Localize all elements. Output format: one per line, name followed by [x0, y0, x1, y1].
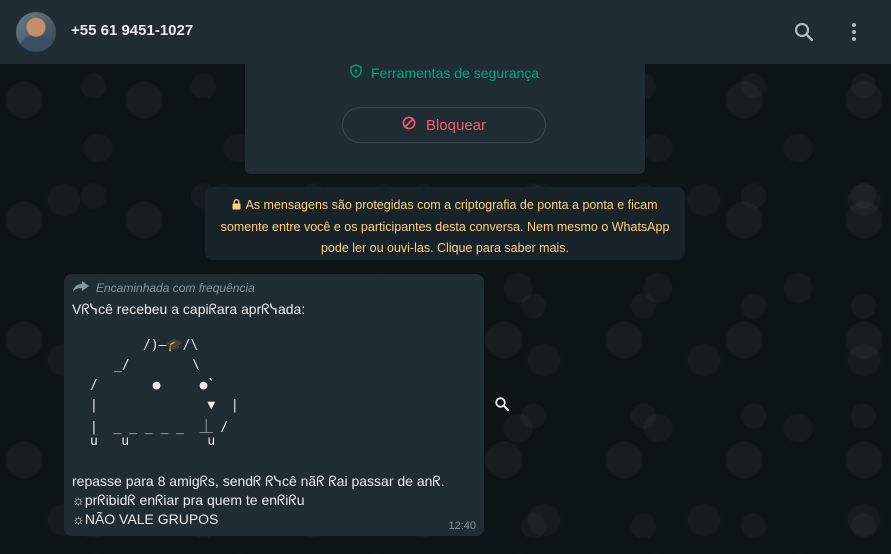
forwarded-label: Encaminhada com frequência — [96, 280, 255, 295]
ascii-row: /)–🎓/\ — [143, 338, 199, 353]
encryption-notice[interactable]: As mensagens são protegidas com a cripto… — [205, 187, 685, 260]
chat-header[interactable]: +55 61 9451-1027 — [0, 0, 891, 64]
encryption-line-1: As mensagens são protegidas com a cripto… — [245, 198, 658, 212]
encryption-line-2: somente entre você e os participantes de… — [220, 220, 670, 234]
shield-icon — [349, 64, 363, 81]
avatar[interactable] — [16, 12, 56, 52]
forward-icon — [72, 280, 90, 295]
ascii-row: _/ \ — [114, 358, 201, 373]
ascii-row: | ▼ | — [90, 398, 239, 413]
ascii-row: u u u — [90, 434, 216, 449]
message-bubble[interactable]: Encaminhada com frequência Vᖇᓭcê recebeu… — [64, 274, 484, 536]
search-icon[interactable] — [792, 20, 816, 44]
message-line-2: repasse para 8 amigᖇs, sendᖇ ᖇᓭcê nãᖇ ᖇa… — [72, 473, 445, 489]
block-icon — [402, 116, 416, 134]
ascii-row: / ● ●` — [90, 378, 216, 393]
message-line-1: Vᖇᓭcê recebeu a capiᖇara aprᖇᓭada: — [72, 301, 306, 317]
security-tools-link[interactable]: Ferramentas de segurança — [349, 64, 539, 81]
message-line-3: ☼prᖇibidᖇ enᖇiar pra quem te enᖇiᖇu — [72, 492, 305, 508]
block-label: Bloquear — [425, 116, 487, 134]
contact-name[interactable]: +55 61 9451-1027 — [71, 22, 193, 39]
forwarded-indicator: Encaminhada com frequência — [72, 280, 255, 295]
encryption-line-3: pode ler ou ouvi-las. Clique para saber … — [320, 241, 570, 255]
message-line-4: ☼NÃO VALE GRUPOS — [72, 511, 219, 527]
lock-icon — [232, 196, 241, 217]
ascii-art: /)–🎓/\ _/ \ / ● ●` | ▼ | | _ _ _ _ _ ⏊ /… — [84, 334, 264, 454]
security-tools-label: Ferramentas de segurança — [371, 64, 540, 81]
zoom-icon[interactable] — [490, 392, 514, 416]
kebab-menu-icon[interactable] — [842, 20, 866, 44]
contact-info-card: Ferramentas de segurança Bloquear — [245, 56, 645, 174]
ascii-row: | _ _ _ _ _ ⏊ / — [90, 420, 229, 435]
message-time: 12:40 — [448, 520, 476, 532]
block-button[interactable]: Bloquear — [342, 107, 546, 143]
